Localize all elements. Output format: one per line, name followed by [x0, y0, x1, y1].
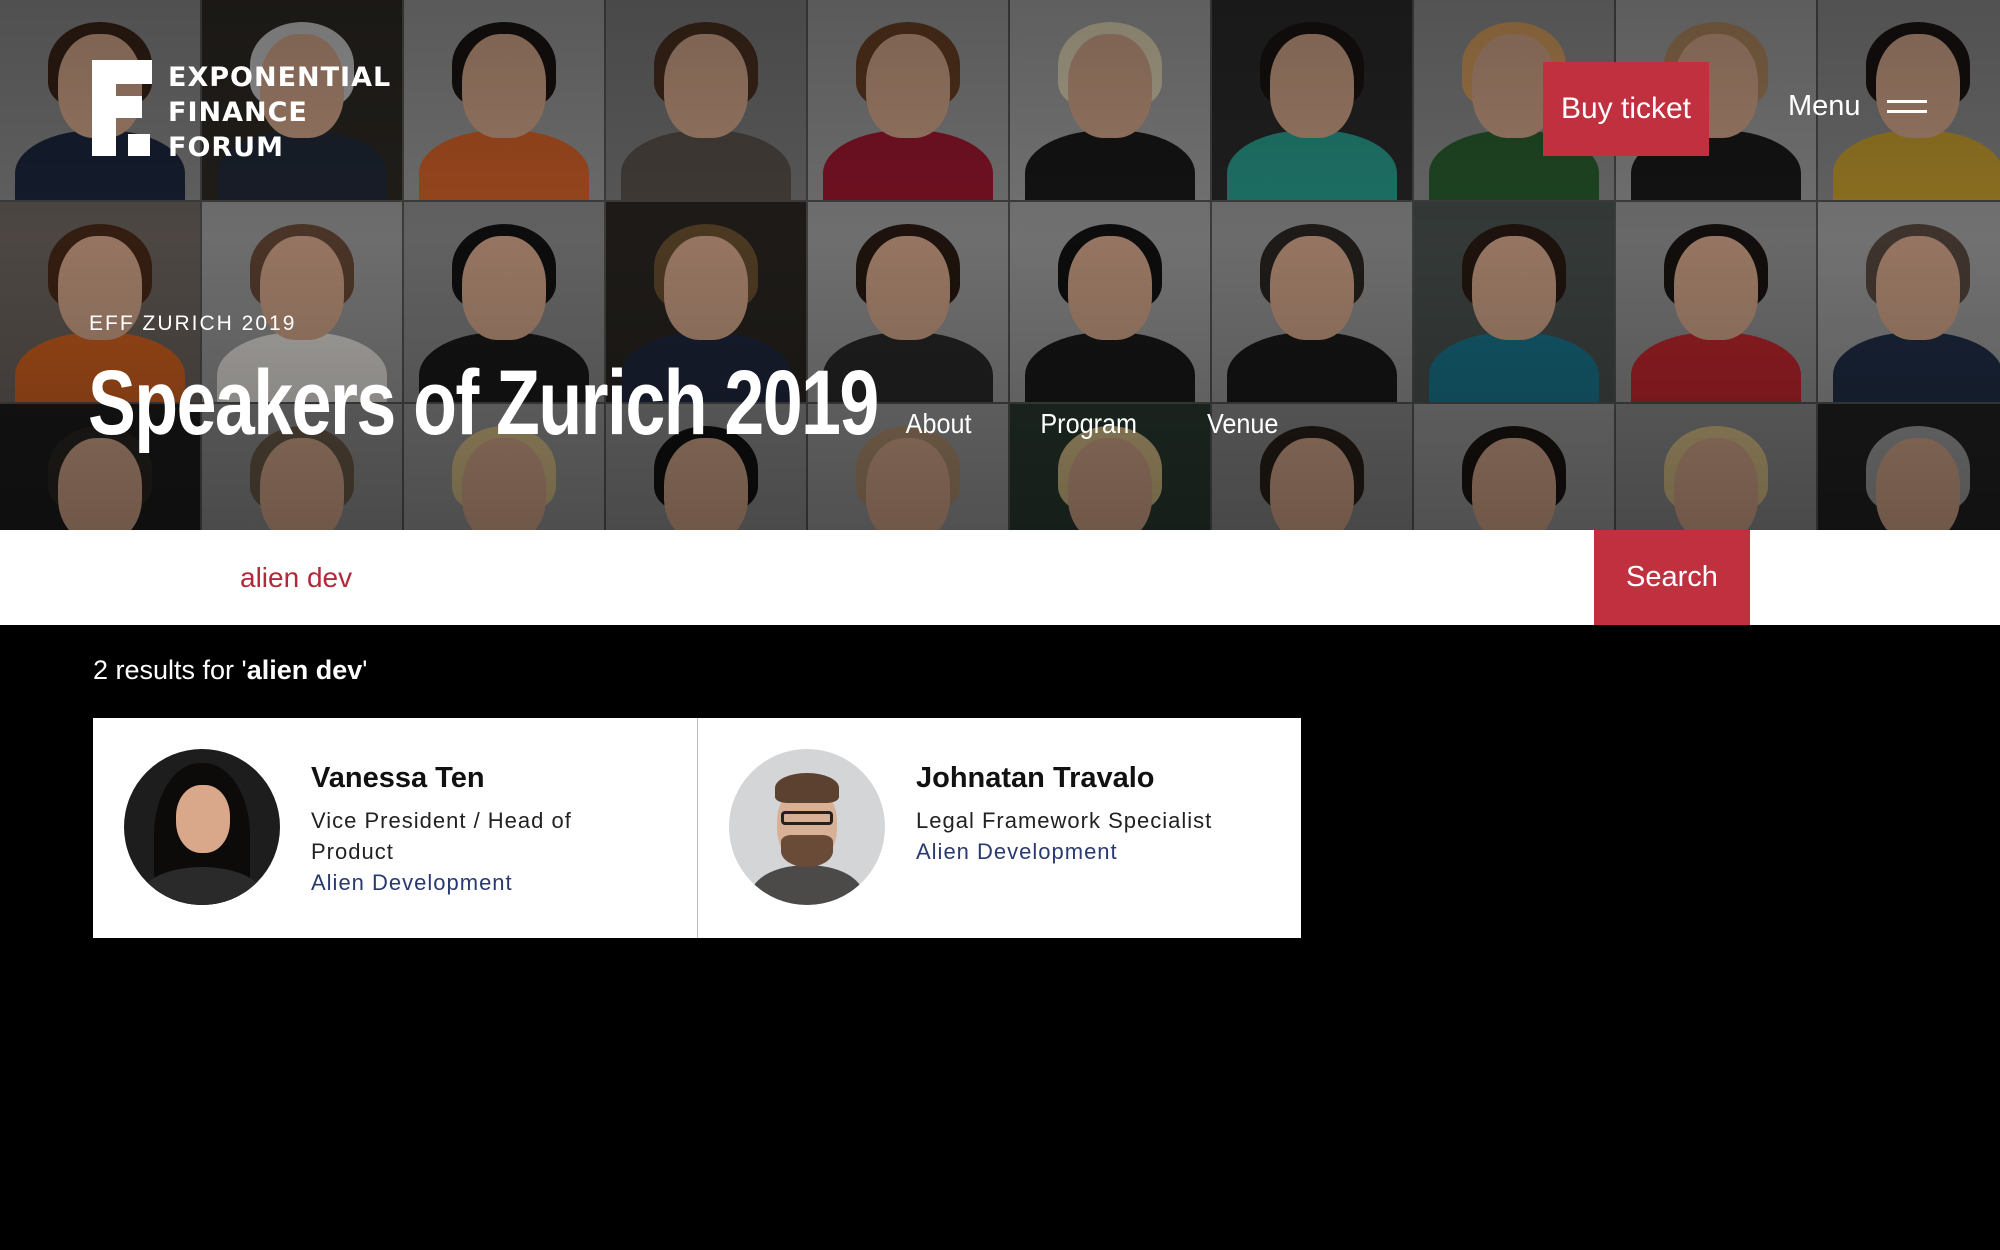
- results-prefix: 2 results for ': [93, 655, 247, 685]
- results-query: alien dev: [246, 655, 363, 685]
- logo-mark-icon: [92, 60, 152, 156]
- menu-toggle[interactable]: Menu: [1788, 90, 1927, 123]
- logo-line-3: FORUM: [168, 132, 284, 163]
- nav-link-venue[interactable]: Venue: [1207, 408, 1278, 440]
- search-bar: Search: [0, 530, 2000, 625]
- logo-wordmark: EXPONENTIAL FINANCE FORUM: [168, 60, 391, 165]
- speaker-results-list: Vanessa Ten Vice President / Head of Pro…: [93, 718, 1301, 938]
- nav-link-about[interactable]: About: [906, 408, 972, 440]
- logo-line-2: FINANCE: [168, 97, 308, 128]
- speaker-card[interactable]: Johnatan Travalo Legal Framework Special…: [698, 718, 1301, 938]
- menu-label: Menu: [1788, 90, 1861, 122]
- speaker-avatar: [124, 749, 280, 905]
- results-summary: 2 results for 'alien dev': [93, 655, 367, 686]
- speaker-name: Vanessa Ten: [311, 762, 485, 794]
- speaker-info: Johnatan Travalo Legal Framework Special…: [916, 749, 1212, 867]
- results-suffix: ': [362, 655, 368, 685]
- speaker-avatar: [729, 749, 885, 905]
- hamburger-icon: [1886, 99, 1927, 114]
- section-nav: About Program Venue: [902, 408, 1342, 440]
- speaker-name: Johnatan Travalo: [916, 762, 1155, 794]
- page-title: Speakers of Zurich 2019: [88, 352, 879, 454]
- speaker-card[interactable]: Vanessa Ten Vice President / Head of Pro…: [93, 718, 698, 938]
- speaker-role: Vice President / Head of Product: [311, 808, 572, 864]
- speaker-company[interactable]: Alien Development: [311, 867, 611, 898]
- site-logo[interactable]: EXPONENTIAL FINANCE FORUM: [92, 60, 391, 165]
- nav-link-program[interactable]: Program: [1041, 408, 1138, 440]
- buy-ticket-button[interactable]: Buy ticket: [1543, 62, 1709, 156]
- search-button[interactable]: Search: [1594, 530, 1750, 625]
- search-input[interactable]: [240, 530, 1590, 625]
- speaker-company[interactable]: Alien Development: [916, 836, 1212, 867]
- logo-line-1: EXPONENTIAL: [168, 62, 392, 93]
- speaker-role: Legal Framework Specialist: [916, 808, 1213, 833]
- hero-banner: EXPONENTIAL FINANCE FORUM Buy ticket Men…: [0, 0, 2000, 530]
- speaker-info: Vanessa Ten Vice President / Head of Pro…: [311, 749, 611, 898]
- event-eyebrow: EFF ZURICH 2019: [89, 312, 297, 335]
